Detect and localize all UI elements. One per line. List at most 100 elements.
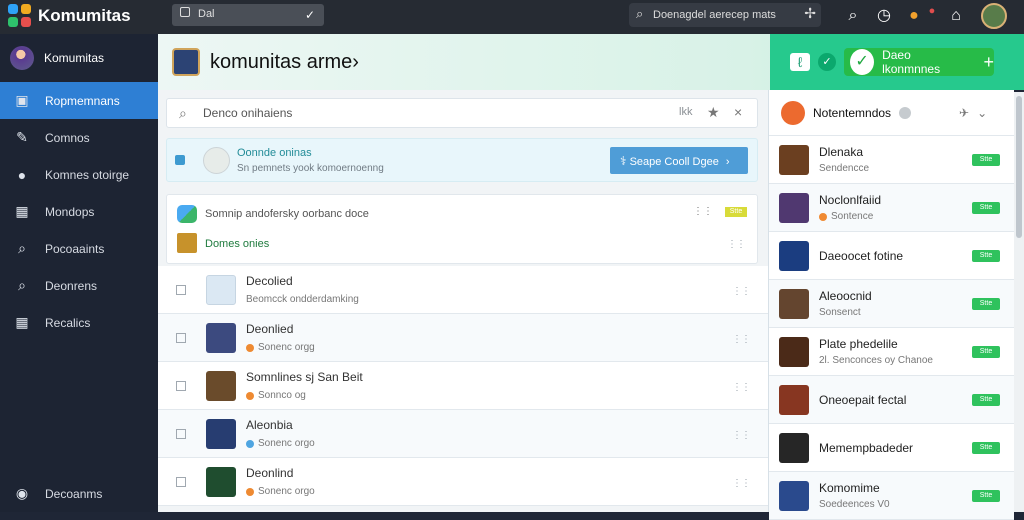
sidebar-item-label: Mondops <box>45 204 95 219</box>
notification-thumbnail <box>779 144 809 175</box>
row-checkbox[interactable] <box>176 284 186 295</box>
notification-thumbnail <box>779 384 809 415</box>
sidebar-item-label: Comnos <box>45 130 90 145</box>
sidebar-item-6[interactable]: ⌕ Deonrens <box>0 267 158 304</box>
sidebar-item-7[interactable]: ▦ Recalics <box>0 304 158 341</box>
profile-icon[interactable]: ⌂ <box>945 5 967 27</box>
clock-icon[interactable]: ◷ <box>873 5 895 27</box>
community-list: Decolied Beomcck ondderdamking ⋮⋮ Deonli… <box>158 266 768 506</box>
row-checkbox[interactable] <box>176 476 186 487</box>
sidebar-item-label: Komnes otoirge <box>45 167 130 182</box>
notification-item[interactable]: Aleoocnid Sonsenct Stte <box>769 280 1014 328</box>
row-thumbnail <box>206 370 236 401</box>
row-checkbox[interactable] <box>176 332 186 343</box>
sidebar-item-5[interactable]: ⌕ Pocoaaints <box>0 230 158 267</box>
sidebar-item-1[interactable]: ▣ Ropmemnans <box>0 82 158 119</box>
app-logo[interactable]: Komumitas <box>8 4 131 28</box>
notification-item[interactable]: Plate phedelile 2l. Senconces oy Chanoe S… <box>769 328 1014 376</box>
notifications-icon <box>781 100 805 125</box>
status-dot-icon <box>246 439 254 448</box>
sidebar-item-3[interactable]: ● Komnes otoirge <box>0 156 158 193</box>
notification-item[interactable]: Komomime Soedeences V0 Stte <box>769 472 1014 520</box>
notice-action-label: Seape Cooll Dgee <box>629 156 719 168</box>
link-icon[interactable]: ℓ <box>790 53 810 71</box>
wand-icon: ⚕ <box>620 154 627 168</box>
table-row[interactable]: Deonlind Sonenc orgo ⋮⋮ <box>158 458 768 506</box>
drag-handle-icon[interactable]: ⋮⋮ <box>732 286 751 297</box>
main-content: komunitas arme› ℓ ✓ ✓ Daeo lkonmnnes + ⌕… <box>158 34 1024 512</box>
search-icon[interactable]: ⌕ <box>842 5 864 27</box>
row-title: Decolied <box>246 274 293 288</box>
sidebar-item-2[interactable]: ✎ Comnos <box>0 119 158 156</box>
drag-handle-icon[interactable]: ⋮⋮ <box>732 382 751 393</box>
featured-card: Somnip andofersky oorbanc doce ⋮⋮ Stte D… <box>166 194 758 264</box>
check-circle-icon[interactable]: ✓ <box>818 53 836 71</box>
notification-subtitle: Sontence <box>831 211 874 222</box>
new-community-button[interactable]: ✓ Daeo lkonmnnes + <box>844 48 994 76</box>
global-search[interactable]: ⌕ Doenagdel aerecep mats ✢ <box>629 3 821 27</box>
table-row[interactable]: Decolied Beomcck ondderdamking ⋮⋮ <box>158 266 768 314</box>
notification-item[interactable]: Daeoocet fotine Stte <box>769 232 1014 280</box>
notification-title: Aleoocnid <box>819 289 872 303</box>
grid-icon: ▦ <box>15 203 29 219</box>
drag-handle-icon[interactable]: ⋮⋮ <box>732 334 751 345</box>
status-badge: Stte <box>972 394 1000 406</box>
info-icon <box>175 155 185 165</box>
notice-subtitle: Sn pemnets yook komoernoenng <box>237 163 384 174</box>
search-icon: ⌕ <box>636 6 644 21</box>
notification-item[interactable]: Noclonlfaiid Sontence Stte <box>769 184 1014 232</box>
notification-thumbnail <box>779 480 809 511</box>
sidebar-item-label: Deonrens <box>45 278 98 293</box>
drag-handle-icon[interactable]: ⋮⋮ <box>727 239 746 250</box>
pin-icon[interactable]: ✈ <box>959 106 969 120</box>
row-checkbox[interactable] <box>176 428 186 439</box>
row-subtitle: Beomcck ondderdamking <box>246 294 359 305</box>
sidebar-item-label: Pocoaaints <box>45 241 105 256</box>
notification-title: Daeoocet fotine <box>819 248 904 263</box>
table-row[interactable]: Deonlied Sonenc orgg ⋮⋮ <box>158 314 768 362</box>
notice-avatar <box>203 147 230 174</box>
group-icon <box>177 205 197 223</box>
window-select[interactable]: Dal ✓ <box>172 4 324 26</box>
star-icon[interactable]: ★ <box>707 104 720 121</box>
notification-thumbnail <box>779 192 809 223</box>
status-badge: Stte <box>972 202 1000 214</box>
status-badge: Stte <box>972 250 1000 262</box>
table-row[interactable]: Somnlines sj San Beit Sonnco og ⋮⋮ <box>158 362 768 410</box>
notice-action-button[interactable]: ⚕ Seape Cooll Dgee › <box>610 147 748 174</box>
notification-title: Memempbadeder <box>819 440 914 455</box>
circle-icon: ◉ <box>15 485 29 501</box>
pencil-icon: ✎ <box>16 129 28 145</box>
notification-item[interactable]: Memempbadeder Stte <box>769 424 1014 472</box>
table-row[interactable]: Aleonbia Sonenc orgo ⋮⋮ <box>158 410 768 458</box>
notification-item[interactable]: Dlenaka Sendencce Stte <box>769 136 1014 184</box>
sidebar-footer[interactable]: ◉ Decoanms <box>0 475 158 512</box>
sidebar: Komumitas ▣ Ropmemnans ✎ Comnos ● Komnes ot… <box>0 34 158 512</box>
row-title: Aleonbia <box>246 418 293 432</box>
notice-title: Oonnde oninas <box>237 147 312 159</box>
row-checkbox[interactable] <box>176 380 186 391</box>
close-icon[interactable]: × <box>734 104 742 120</box>
search-input[interactable]: ⌕ Denco onihaiens lkk ★ × <box>166 98 758 128</box>
page-header: komunitas arme› ℓ ✓ ✓ Daeo lkonmnnes + <box>158 34 1024 90</box>
notification-title: Komomime <box>819 481 880 495</box>
scrollbar-thumb[interactable] <box>1016 96 1022 238</box>
notification-item[interactable]: Oneoepait fectal Stte <box>769 376 1014 424</box>
page-title: komunitas arme› <box>172 48 359 76</box>
row-subtitle: Sonenc orgg <box>258 342 315 353</box>
info-icon <box>899 106 912 119</box>
card-subheading: Domes onies <box>205 238 270 250</box>
more-icon[interactable]: ⌄ <box>977 106 987 120</box>
plus-icon: + <box>983 51 994 72</box>
top-bar: Komumitas Dal ✓ ⌕ Doenagdel aerecep mats… <box>0 0 1024 34</box>
drag-handle-icon[interactable]: ⋮⋮ <box>732 478 751 489</box>
sidebar-item-4[interactable]: ▦ Mondops <box>0 193 158 230</box>
check-icon: ✓ <box>850 49 875 75</box>
drag-handle-icon[interactable]: ⋮⋮ <box>732 430 751 441</box>
sidebar-user[interactable]: Komumitas <box>0 34 158 82</box>
status-dot-icon <box>819 212 827 221</box>
user-avatar[interactable] <box>981 3 1007 29</box>
new-community-label: Daeo lkonmnnes <box>882 48 941 76</box>
scrollbar[interactable] <box>1014 92 1024 512</box>
pin-icon: ✢ <box>804 5 816 21</box>
